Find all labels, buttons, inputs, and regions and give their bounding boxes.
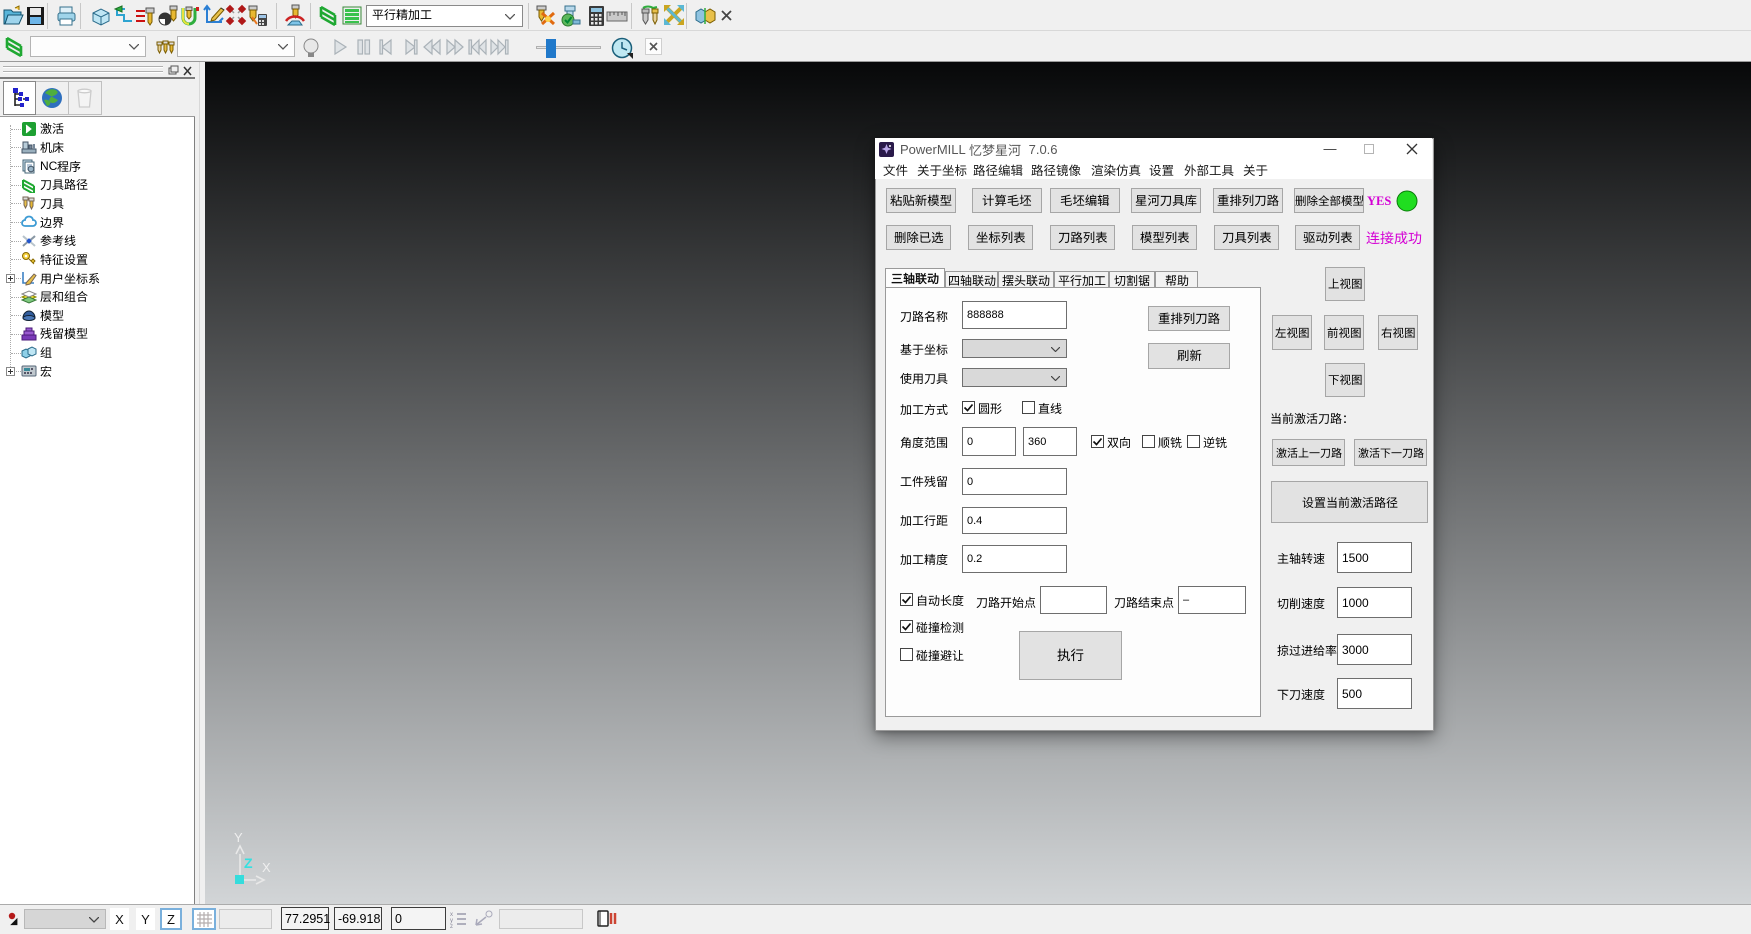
svg-text:X: X <box>262 860 271 875</box>
svg-text:Z: Z <box>244 855 253 871</box>
svg-text:Y: Y <box>234 830 243 845</box>
svg-text:z: z <box>450 924 453 928</box>
